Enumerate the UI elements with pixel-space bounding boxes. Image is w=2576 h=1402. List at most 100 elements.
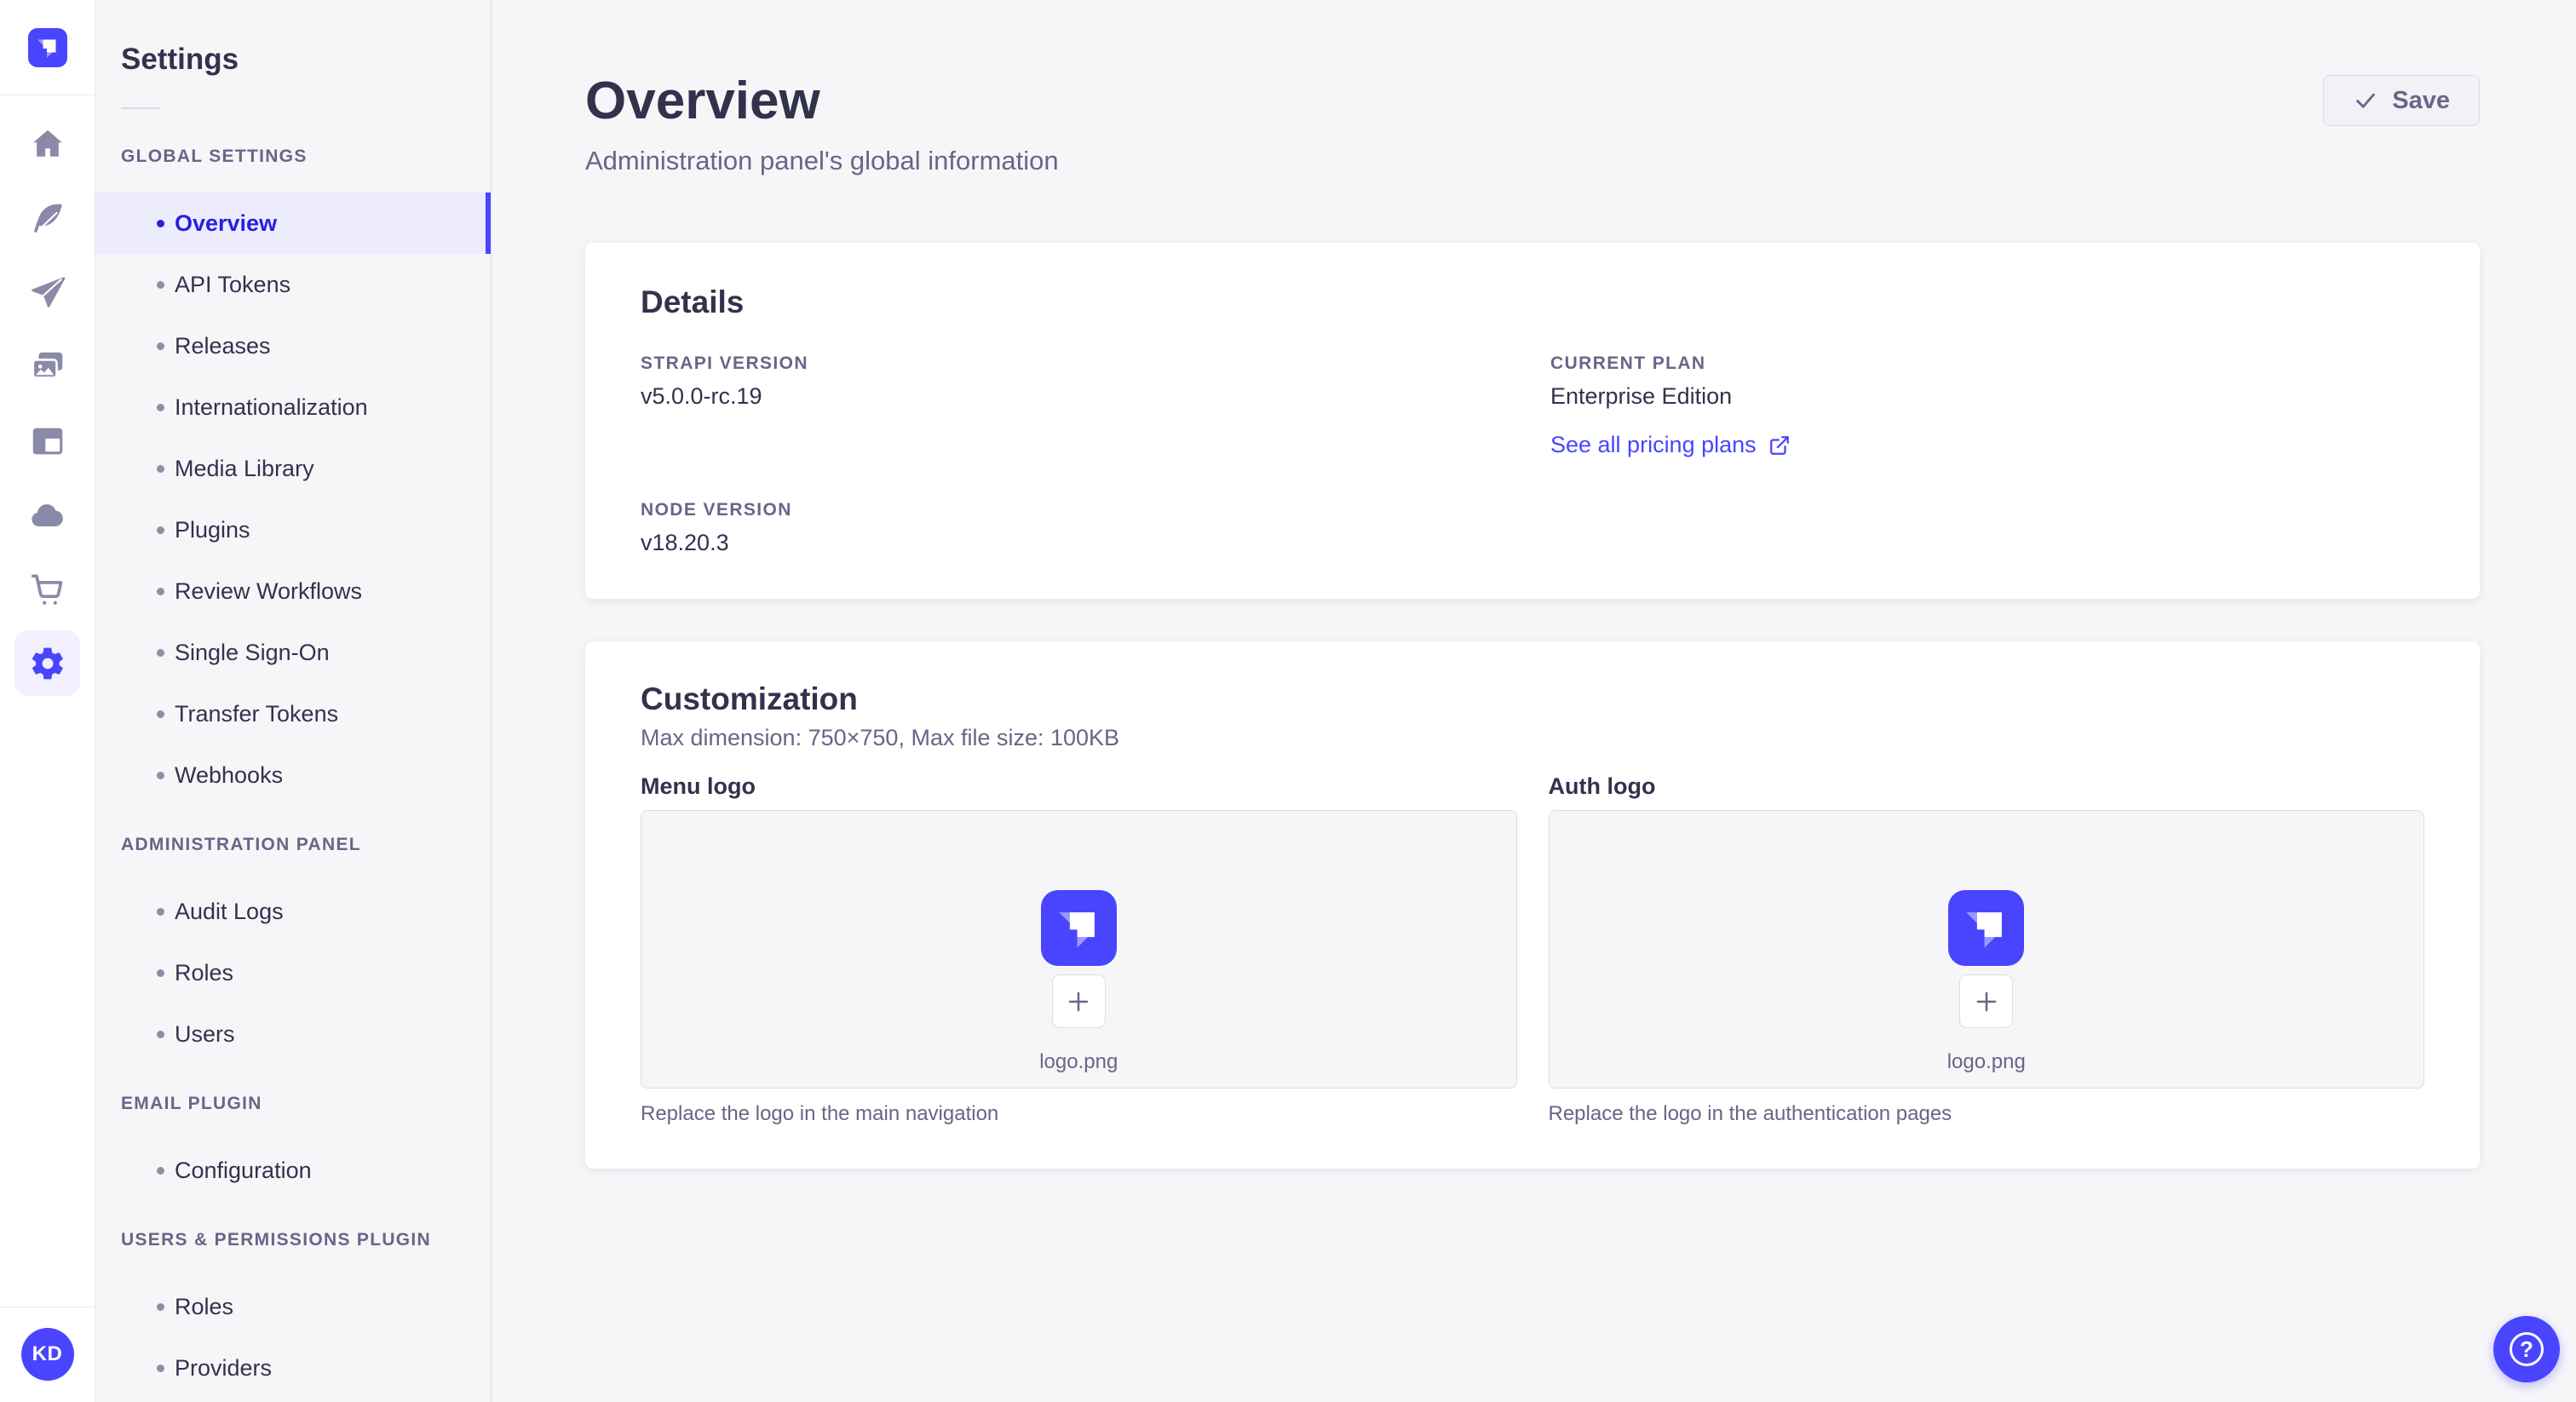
details-right-column: CURRENT PLAN Enterprise Edition See all … — [1550, 321, 2424, 556]
home-icon[interactable] — [0, 107, 95, 181]
sidebar-item-transfer-tokens[interactable]: Transfer Tokens — [95, 683, 491, 744]
sidebar-item-plugins[interactable]: Plugins — [95, 499, 491, 560]
sidebar-item-up-roles[interactable]: Roles — [95, 1276, 491, 1337]
details-grid: STRAPI VERSION v5.0.0-rc.19 NODE VERSION… — [641, 321, 2424, 556]
node-version-field: NODE VERSION v18.20.3 — [641, 500, 1550, 556]
logos-grid: Menu logo logo.png Replace the logo in t… — [641, 773, 2424, 1126]
bullet-icon — [157, 710, 164, 718]
sidebar-item-overview[interactable]: Overview — [95, 192, 491, 254]
feather-icon[interactable] — [0, 181, 95, 256]
page-subtitle: Administration panel's global informatio… — [585, 146, 1059, 175]
bullet-icon — [157, 1030, 164, 1038]
section-email-plugin: EMAIL PLUGIN — [121, 1094, 262, 1113]
sidebar-item-audit-logs[interactable]: Audit Logs — [95, 881, 491, 942]
external-link-icon — [1769, 435, 1789, 455]
question-mark-icon: ? — [2510, 1332, 2544, 1366]
sidebar-item-review-workflows[interactable]: Review Workflows — [95, 560, 491, 622]
sidebar-item-api-tokens[interactable]: API Tokens — [95, 254, 491, 315]
cloud-icon[interactable] — [0, 478, 95, 552]
sidebar-item-single-sign-on[interactable]: Single Sign-On — [95, 622, 491, 683]
plus-icon — [1976, 991, 1996, 1011]
menu-logo-column: Menu logo logo.png Replace the logo in t… — [641, 773, 1517, 1126]
help-button[interactable]: ? — [2493, 1316, 2560, 1382]
bullet-icon — [157, 219, 164, 227]
bullet-icon — [157, 1302, 164, 1311]
section-users-permissions-plugin: USERS & PERMISSIONS PLUGIN — [121, 1230, 432, 1250]
sidebar-item-webhooks[interactable]: Webhooks — [95, 744, 491, 806]
sidebar-item-label: Providers — [175, 1354, 273, 1381]
customization-card: Customization Max dimension: 750×750, Ma… — [585, 641, 2480, 1169]
bullet-icon — [157, 907, 164, 916]
plus-icon — [1069, 991, 1089, 1011]
sidebar-item-label: Configuration — [175, 1157, 312, 1183]
strapi-logo-preview — [1948, 890, 2025, 966]
bullet-icon — [157, 1364, 164, 1372]
save-button-label: Save — [2392, 86, 2450, 114]
bullet-icon — [157, 403, 164, 411]
sidebar-item-label: API Tokens — [175, 271, 291, 297]
bullet-icon — [157, 968, 164, 977]
cart-icon[interactable] — [0, 552, 95, 626]
layout-icon[interactable] — [0, 404, 95, 478]
settings-gear-icon[interactable] — [0, 626, 95, 700]
sidebar-item-label: Roles — [175, 959, 234, 985]
auth-logo-filename: logo.png — [1946, 1050, 2026, 1073]
paper-plane-icon[interactable] — [0, 256, 95, 330]
sidebar-item-label: Plugins — [175, 516, 250, 543]
strapi-logo[interactable] — [27, 28, 67, 67]
bullet-icon — [157, 771, 164, 779]
sidebar-title: Settings — [121, 43, 239, 76]
pricing-plans-link[interactable]: See all pricing plans — [1550, 432, 1791, 458]
current-plan-field: CURRENT PLAN Enterprise Edition — [1550, 353, 2424, 410]
menu-logo-upload-box[interactable]: logo.png — [641, 810, 1517, 1089]
bullet-icon — [157, 1166, 164, 1175]
media-images-icon[interactable] — [0, 330, 95, 404]
sidebar-item-label: Users — [175, 1020, 235, 1047]
sidebar-item-email-configuration[interactable]: Configuration — [95, 1140, 491, 1201]
sidebar-item-label: Single Sign-On — [175, 639, 330, 665]
auth-logo-hint: Replace the logo in the authentication p… — [1548, 1102, 1952, 1125]
sidebar-item-label: Internationalization — [175, 394, 368, 420]
bullet-icon — [157, 342, 164, 350]
details-left-column: STRAPI VERSION v5.0.0-rc.19 NODE VERSION… — [641, 321, 1550, 556]
settings-sidebar: Settings GLOBAL SETTINGS Overview API To… — [95, 0, 492, 1402]
sidebar-title-divider — [121, 107, 160, 109]
sidebar-item-internationalization[interactable]: Internationalization — [95, 376, 491, 438]
user-avatar[interactable]: KD — [20, 1328, 74, 1381]
menu-logo-label: Menu logo — [641, 773, 756, 799]
sidebar-item-label: Releases — [175, 332, 271, 359]
customization-card-title: Customization — [641, 681, 858, 716]
strapi-version-field: STRAPI VERSION v5.0.0-rc.19 — [641, 353, 1550, 410]
page-header-text: Overview Administration panel's global i… — [585, 73, 1059, 176]
rail-icon-list — [0, 107, 95, 700]
main-nav-rail: KD — [0, 0, 95, 1402]
bullet-icon — [157, 526, 164, 534]
check-icon — [2356, 93, 2376, 108]
save-button[interactable]: Save — [2323, 75, 2480, 126]
sidebar-item-label: Audit Logs — [175, 898, 284, 924]
rail-bottom-area: KD — [0, 1307, 95, 1402]
add-menu-logo-button[interactable] — [1051, 974, 1106, 1028]
pricing-plans-link-label: See all pricing plans — [1550, 432, 1757, 457]
bullet-icon — [157, 280, 164, 289]
sidebar-item-admin-users[interactable]: Users — [95, 1003, 491, 1065]
strapi-logo-preview — [1040, 890, 1117, 966]
sidebar-item-label: Webhooks — [175, 761, 284, 788]
main-content: Overview Administration panel's global i… — [492, 0, 2576, 1402]
sidebar-item-up-providers[interactable]: Providers — [95, 1337, 491, 1399]
add-auth-logo-button[interactable] — [1959, 974, 2014, 1028]
auth-logo-upload-box[interactable]: logo.png — [1548, 810, 2424, 1089]
sidebar-item-releases[interactable]: Releases — [95, 315, 491, 376]
sidebar-item-media-library[interactable]: Media Library — [95, 438, 491, 499]
content-area: Details STRAPI VERSION v5.0.0-rc.19 NODE… — [492, 243, 2576, 1169]
page-title: Overview — [585, 72, 820, 130]
section-global-settings: GLOBAL SETTINGS — [121, 147, 308, 166]
current-plan-value: Enterprise Edition — [1550, 383, 1733, 409]
auth-logo-label: Auth logo — [1548, 773, 1656, 799]
sidebar-item-label: Review Workflows — [175, 577, 363, 604]
details-card: Details STRAPI VERSION v5.0.0-rc.19 NODE… — [585, 243, 2480, 599]
sidebar-item-label: Roles — [175, 1293, 234, 1319]
bullet-icon — [157, 587, 164, 595]
strapi-version-value: v5.0.0-rc.19 — [641, 383, 762, 409]
sidebar-item-admin-roles[interactable]: Roles — [95, 942, 491, 1003]
